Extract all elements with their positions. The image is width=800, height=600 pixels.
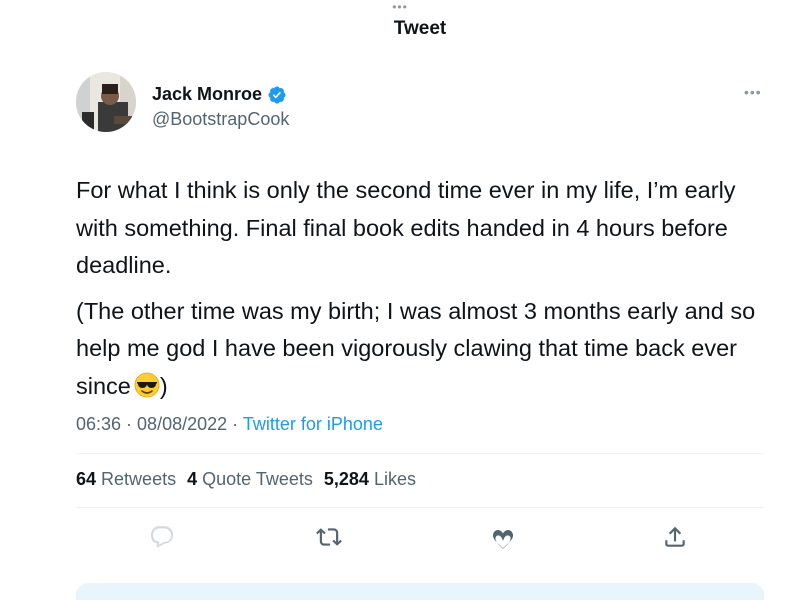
- tweet-stats: 64 Retweets 4 Quote Tweets 5,284 Likes: [76, 469, 422, 490]
- reply-icon[interactable]: [149, 524, 175, 550]
- retweets-stat[interactable]: 64 Retweets: [76, 469, 176, 489]
- top-handle-dots: •••: [392, 0, 408, 14]
- author-display-name[interactable]: Jack Monroe: [152, 84, 262, 105]
- meta-separator: ·: [227, 414, 243, 434]
- tweet-source-link[interactable]: Twitter for iPhone: [243, 414, 383, 434]
- reply-composer-box[interactable]: [76, 583, 764, 600]
- share-icon[interactable]: [662, 524, 688, 550]
- tweet-paragraph-end: ): [159, 372, 168, 399]
- like-icon[interactable]: [490, 524, 516, 550]
- likes-stat[interactable]: 5,284 Likes: [324, 469, 416, 489]
- more-icon[interactable]: •••: [744, 84, 762, 100]
- tweet-date[interactable]: 08/08/2022: [137, 414, 227, 434]
- divider: [76, 453, 764, 454]
- quotes-count: 4: [187, 469, 198, 489]
- likes-count: 5,284: [323, 469, 369, 489]
- divider: [76, 507, 764, 508]
- verified-badge-icon: [267, 85, 287, 105]
- tweet-paragraph-text: (The other time was my birth; I was almo…: [76, 297, 756, 399]
- tweet-text: For what I think is only the second time…: [76, 172, 766, 413]
- quotes-label: Quote Tweets: [202, 469, 313, 489]
- author-name-row[interactable]: Jack Monroe: [152, 84, 287, 105]
- tweet-meta: 06:36 · 08/08/2022 · Twitter for iPhone: [76, 414, 383, 435]
- sunglasses-emoji-icon: [134, 372, 160, 398]
- quotes-stat[interactable]: 4 Quote Tweets: [187, 469, 313, 489]
- likes-label: Likes: [373, 469, 416, 489]
- retweets-count: 64: [76, 469, 97, 489]
- tweet-paragraph: (The other time was my birth; I was almo…: [76, 293, 766, 406]
- author-handle[interactable]: @BootstrapCook: [152, 109, 289, 130]
- tweet-time[interactable]: 06:36: [76, 414, 121, 434]
- page-title: Tweet: [393, 18, 447, 39]
- retweets-label: Retweets: [101, 469, 177, 489]
- retweet-icon[interactable]: [316, 524, 342, 550]
- tweet-paragraph: For what I think is only the second time…: [76, 177, 736, 278]
- avatar[interactable]: [76, 72, 136, 132]
- meta-separator: ·: [121, 414, 138, 434]
